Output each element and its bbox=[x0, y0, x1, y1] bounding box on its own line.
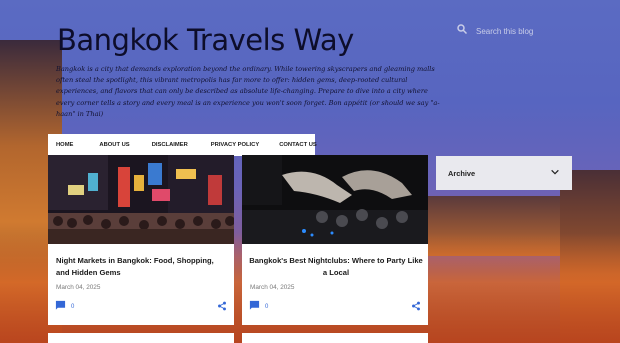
nav-contact-us[interactable]: Contact Us bbox=[279, 142, 317, 148]
archive-label: Archive bbox=[448, 168, 476, 178]
share-icon[interactable] bbox=[411, 298, 421, 316]
post-thumbnail[interactable] bbox=[48, 155, 234, 244]
nav-privacy-policy[interactable]: Privacy Policy bbox=[211, 142, 259, 148]
archive-widget[interactable]: Archive bbox=[436, 156, 572, 190]
post-date: March 04, 2025 bbox=[56, 284, 101, 291]
share-icon[interactable] bbox=[217, 298, 227, 316]
post-date: March 04, 2025 bbox=[250, 284, 295, 291]
nav-home[interactable]: Home bbox=[56, 142, 73, 148]
post-card-next[interactable] bbox=[242, 333, 428, 343]
search-icon[interactable] bbox=[456, 22, 468, 40]
nav-disclaimer[interactable]: Disclaimer bbox=[152, 142, 188, 148]
search-input[interactable]: Search this blog bbox=[476, 27, 533, 36]
comment-count: 0 bbox=[71, 304, 75, 310]
search-box[interactable]: Search this blog bbox=[450, 18, 575, 44]
comments-link[interactable]: 0 bbox=[55, 298, 74, 316]
comment-icon bbox=[55, 298, 66, 316]
post-card-next[interactable] bbox=[48, 333, 234, 343]
post-footer: 0 bbox=[55, 300, 227, 314]
nav-about-us[interactable]: About Us bbox=[99, 142, 129, 148]
post-title[interactable]: Night Markets in Bangkok: Food, Shopping… bbox=[56, 255, 228, 278]
post-footer: 0 bbox=[249, 300, 421, 314]
blog-description: Bangkok is a city that demands explorati… bbox=[56, 65, 440, 118]
post-thumbnail[interactable] bbox=[242, 155, 428, 244]
comment-count: 0 bbox=[265, 304, 269, 310]
comments-link[interactable]: 0 bbox=[249, 298, 268, 316]
blog-title[interactable]: Bangkok Travels Way bbox=[57, 23, 354, 57]
post-card: Night Markets in Bangkok: Food, Shopping… bbox=[48, 155, 234, 325]
post-card: Bangkok's Best Nightclubs: Where to Part… bbox=[242, 155, 428, 325]
main-nav: Home About Us Disclaimer Privacy Policy … bbox=[48, 134, 317, 156]
chevron-down-icon[interactable] bbox=[550, 164, 560, 182]
post-title[interactable]: Bangkok's Best Nightclubs: Where to Part… bbox=[249, 255, 423, 278]
comment-icon bbox=[249, 298, 260, 316]
